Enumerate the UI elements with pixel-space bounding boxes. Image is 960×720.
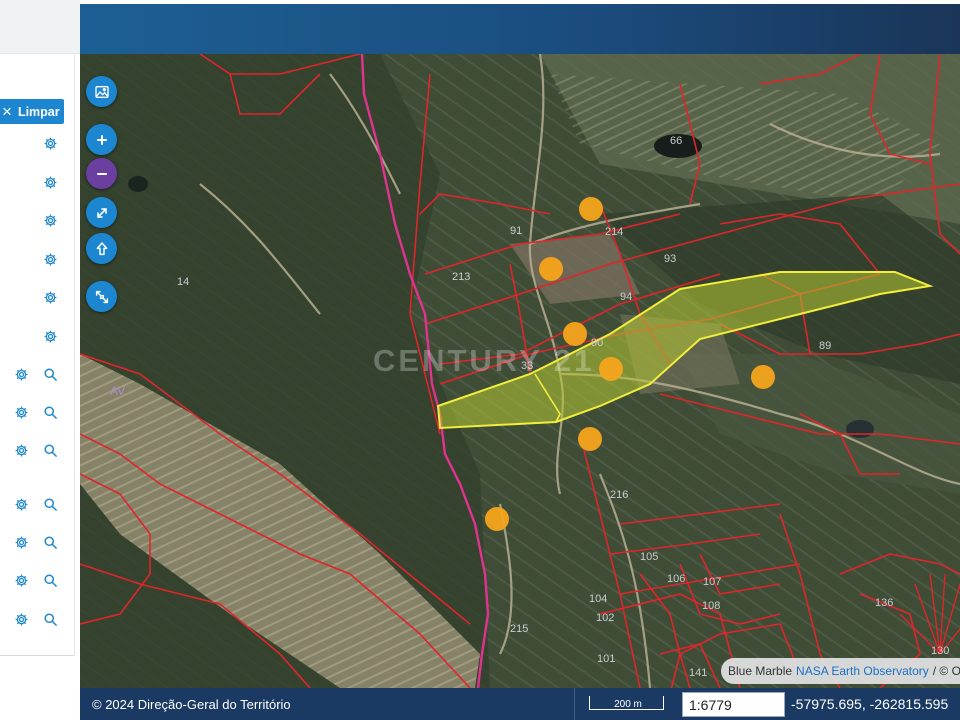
parcel-label: 89 bbox=[819, 340, 831, 352]
parcel-label: 102 bbox=[596, 612, 614, 624]
gear-icon[interactable] bbox=[13, 366, 29, 382]
search-icon[interactable] bbox=[42, 366, 58, 382]
parcel-label: 91 bbox=[510, 225, 522, 237]
point-marker[interactable] bbox=[599, 357, 623, 381]
attribution-suffix: / © Or bbox=[932, 664, 960, 678]
point-marker[interactable] bbox=[579, 197, 603, 221]
gear-icon[interactable] bbox=[13, 611, 29, 627]
parcel-label: 141 bbox=[689, 667, 707, 679]
parcel-label: 101 bbox=[597, 653, 615, 665]
attribution-prefix: Blue Marble bbox=[728, 664, 793, 678]
arrow-up-icon bbox=[94, 241, 110, 257]
point-marker[interactable] bbox=[751, 365, 775, 389]
parcel-label: 213 bbox=[452, 271, 470, 283]
parcel-label: 104 bbox=[589, 593, 607, 605]
search-icon[interactable] bbox=[42, 404, 58, 420]
parcel-label: 106 bbox=[667, 573, 685, 585]
parcel-label: 216 bbox=[610, 489, 628, 501]
search-icon[interactable] bbox=[42, 496, 58, 512]
layers-panel: × Limpar bbox=[0, 0, 80, 720]
parcel-label: 136 bbox=[875, 597, 893, 609]
gear-icon[interactable] bbox=[42, 135, 58, 151]
clear-button-label: Limpar bbox=[17, 104, 60, 119]
point-marker[interactable] bbox=[485, 507, 509, 531]
search-icon[interactable] bbox=[42, 611, 58, 627]
zoom-extent-button[interactable] bbox=[86, 281, 117, 312]
scale-bar-label: 200 m bbox=[614, 699, 642, 710]
gear-icon[interactable] bbox=[13, 442, 29, 458]
zoom-extent-icon bbox=[94, 289, 110, 305]
parcel-label: 94 bbox=[620, 291, 632, 303]
parcel-label: 93 bbox=[664, 253, 676, 265]
map-view[interactable]: 14 91 214 213 93 94 90 89 33 216 105 106… bbox=[80, 54, 960, 688]
expand-arrows-icon bbox=[94, 205, 110, 221]
basemap-button[interactable] bbox=[86, 76, 117, 107]
search-icon[interactable] bbox=[42, 442, 58, 458]
attribution-link[interactable]: NASA Earth Observatory bbox=[796, 664, 929, 678]
coordinates-readout: -57975.695, -262815.595 bbox=[791, 696, 949, 712]
point-marker[interactable] bbox=[539, 257, 563, 281]
gear-icon[interactable] bbox=[13, 404, 29, 420]
watermark: CENTURY 21 bbox=[373, 343, 595, 378]
parcel-label: 214 bbox=[605, 226, 623, 238]
panel-header bbox=[0, 0, 80, 54]
plus-icon bbox=[94, 132, 110, 148]
search-icon[interactable] bbox=[42, 572, 58, 588]
gear-icon[interactable] bbox=[42, 328, 58, 344]
zoom-out-button[interactable] bbox=[86, 158, 117, 189]
parcel-label: 14 bbox=[177, 276, 189, 288]
parcel-label: 108 bbox=[702, 600, 720, 612]
panel-divider bbox=[74, 54, 75, 656]
header-bar bbox=[80, 0, 960, 54]
scale-bar: 200 m bbox=[574, 688, 680, 720]
parcel-label: 215 bbox=[510, 623, 528, 635]
scale-input[interactable] bbox=[682, 692, 785, 717]
clear-button[interactable]: × Limpar bbox=[0, 99, 64, 124]
copyright-text: © 2024 Direção-Geral do Território bbox=[92, 697, 291, 712]
close-icon: × bbox=[2, 102, 12, 121]
point-marker[interactable] bbox=[578, 427, 602, 451]
area-label: AV bbox=[110, 384, 125, 398]
gear-icon[interactable] bbox=[13, 534, 29, 550]
fullscreen-button[interactable] bbox=[86, 197, 117, 228]
gear-icon[interactable] bbox=[42, 174, 58, 190]
parcel-label: 130 bbox=[931, 645, 949, 657]
parcel-label: 107 bbox=[703, 576, 721, 588]
gear-icon[interactable] bbox=[13, 572, 29, 588]
parcel-label: 66 bbox=[670, 135, 682, 147]
search-icon[interactable] bbox=[42, 534, 58, 550]
north-up-button[interactable] bbox=[86, 233, 117, 264]
image-icon bbox=[94, 84, 110, 100]
status-bar: © 2024 Direção-Geral do Território 200 m… bbox=[80, 688, 960, 720]
minus-icon bbox=[94, 166, 110, 182]
gear-icon[interactable] bbox=[42, 251, 58, 267]
zoom-in-button[interactable] bbox=[86, 124, 117, 155]
panel-divider bbox=[0, 655, 74, 656]
gear-icon[interactable] bbox=[13, 496, 29, 512]
gear-icon[interactable] bbox=[42, 212, 58, 228]
gear-icon[interactable] bbox=[42, 289, 58, 305]
map-attribution: Blue Marble NASA Earth Observatory / © O… bbox=[721, 658, 960, 684]
parcel-label: 105 bbox=[640, 551, 658, 563]
